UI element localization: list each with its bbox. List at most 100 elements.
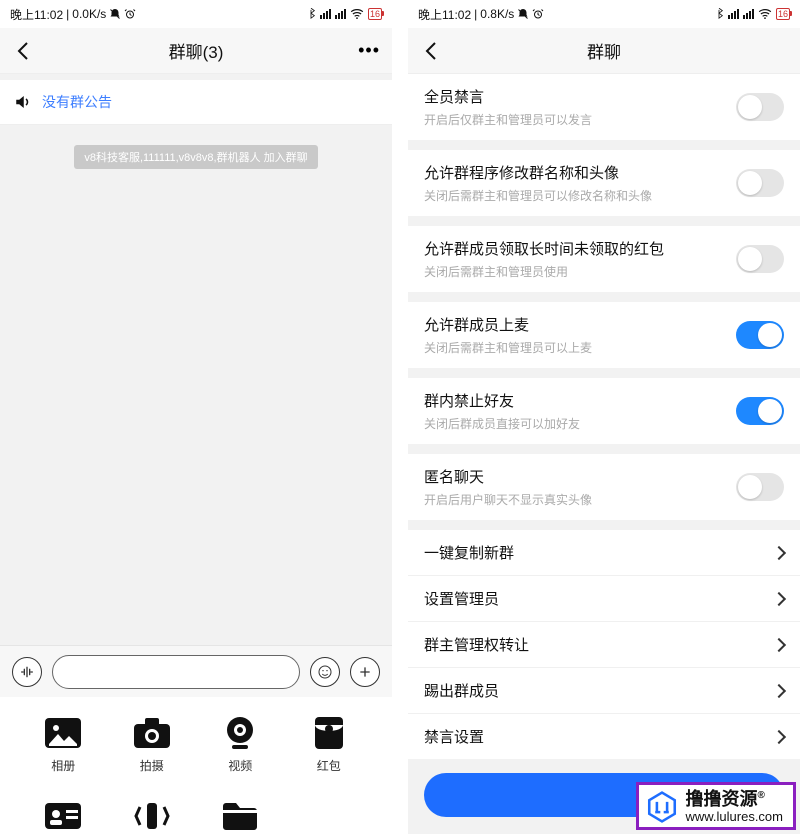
attach-card[interactable]: 名片 — [24, 798, 103, 834]
bluetooth-icon — [714, 8, 724, 20]
setting-link-row[interactable]: 群主管理权转让 — [408, 622, 800, 668]
signal-icon — [728, 9, 739, 19]
sound-wave-icon — [19, 664, 35, 680]
setting-link-row[interactable]: 禁言设置 — [408, 714, 800, 759]
toggle-switch[interactable] — [736, 169, 784, 197]
back-icon[interactable] — [12, 39, 36, 63]
chevron-right-icon — [772, 637, 786, 651]
system-message: v8科技客服,111111,v8v8v8,群机器人 加入群聊 — [74, 145, 317, 169]
status-time: 晚上11:02 — [418, 6, 471, 23]
setting-subtitle: 开启后仅群主和管理员可以发言 — [424, 111, 736, 128]
folder-icon — [221, 800, 259, 832]
watermark-url: www.lulures.com — [685, 810, 783, 825]
more-button[interactable]: ••• — [356, 40, 380, 61]
do-not-disturb-icon — [109, 8, 121, 20]
settings-list[interactable]: 全员禁言开启后仅群主和管理员可以发言允许群程序修改群名称和头像关闭后需群主和管理… — [408, 74, 800, 834]
wifi-icon — [350, 9, 364, 19]
status-bar: 晚上11:02 | 0.0K/s 16 — [0, 0, 392, 28]
setting-toggle-row[interactable]: 群内禁止好友关闭后群成员直接可以加好友 — [408, 378, 800, 444]
status-netspeed: 0.8K/s — [480, 7, 514, 21]
setting-toggle-row[interactable]: 允许群程序修改群名称和头像关闭后需群主和管理员可以修改名称和头像 — [408, 150, 800, 216]
announcement-text: 没有群公告 — [42, 92, 112, 112]
attach-file[interactable]: 文件 — [201, 798, 280, 834]
attach-redpacket[interactable]: 红包 — [290, 715, 369, 774]
vibrate-icon — [132, 799, 172, 833]
setting-toggle-row[interactable]: 匿名聊天开启后用户聊天不显示真实头像 — [408, 454, 800, 520]
setting-toggle-row[interactable]: 全员禁言开启后仅群主和管理员可以发言 — [408, 74, 800, 140]
toggle-switch[interactable] — [736, 321, 784, 349]
setting-toggle-row[interactable]: 允许群成员领取长时间未领取的红包关闭后需群主和管理员使用 — [408, 226, 800, 292]
add-attachment-button[interactable] — [350, 657, 380, 687]
chat-screen: 晚上11:02 | 0.0K/s 16 群聊(3) ••• 没有群公告 — [0, 0, 392, 834]
status-netspeed: 0.0K/s — [72, 7, 106, 21]
watermark-logo-icon — [645, 790, 679, 824]
setting-subtitle: 关闭后群成员直接可以加好友 — [424, 415, 736, 432]
toggle-switch[interactable] — [736, 397, 784, 425]
setting-subtitle: 关闭后需群主和管理员可以上麦 — [424, 339, 736, 356]
voice-input-button[interactable] — [12, 657, 42, 687]
setting-subtitle: 开启后用户聊天不显示真实头像 — [424, 491, 736, 508]
alarm-icon — [532, 8, 544, 20]
toggle-switch[interactable] — [736, 245, 784, 273]
alarm-icon — [124, 8, 136, 20]
group-announcement[interactable]: 没有群公告 — [0, 80, 392, 125]
status-time: 晚上11:02 — [10, 6, 63, 23]
wifi-icon — [758, 9, 772, 19]
gallery-icon — [43, 716, 83, 750]
attachment-panel: 相册 拍摄 视频 红包 名片 — [0, 697, 392, 834]
back-icon[interactable] — [420, 39, 444, 63]
watermark: 撸撸资源® www.lulures.com — [636, 782, 796, 830]
chevron-right-icon — [772, 545, 786, 559]
speaker-icon — [14, 93, 32, 111]
attach-vibrate[interactable]: 振动 — [113, 798, 192, 834]
battery-icon: 16 — [368, 8, 382, 20]
chevron-right-icon — [772, 683, 786, 697]
attach-video[interactable]: 视频 — [201, 715, 280, 774]
setting-link-label: 禁言设置 — [424, 726, 484, 747]
setting-title: 允许群成员上麦 — [424, 314, 736, 335]
signal-icon-2 — [743, 9, 754, 19]
toggle-switch[interactable] — [736, 473, 784, 501]
setting-link-row[interactable]: 一键复制新群 — [408, 530, 800, 576]
chat-messages-area[interactable]: v8科技客服,111111,v8v8v8,群机器人 加入群聊 — [0, 125, 392, 645]
bluetooth-icon — [306, 8, 316, 20]
setting-title: 全员禁言 — [424, 86, 736, 107]
toggle-switch[interactable] — [736, 93, 784, 121]
chat-navbar: 群聊(3) ••• — [0, 28, 392, 74]
setting-title: 群内禁止好友 — [424, 390, 736, 411]
camera-icon — [132, 716, 172, 750]
attach-camera[interactable]: 拍摄 — [113, 715, 192, 774]
chat-title: 群聊(3) — [36, 38, 356, 63]
settings-screen: 晚上11:02 | 0.8K/s 16 群聊 全员禁言开启后仅群主和管理员可以发… — [408, 0, 800, 834]
setting-title: 匿名聊天 — [424, 466, 736, 487]
setting-toggle-row[interactable]: 允许群成员上麦关闭后需群主和管理员可以上麦 — [408, 302, 800, 368]
setting-link-label: 踢出群成员 — [424, 680, 499, 701]
setting-subtitle: 关闭后需群主和管理员可以修改名称和头像 — [424, 187, 736, 204]
contact-card-icon — [43, 801, 83, 831]
setting-subtitle: 关闭后需群主和管理员使用 — [424, 263, 736, 280]
watermark-brand: 撸撸资源 — [685, 789, 757, 809]
chevron-right-icon — [772, 591, 786, 605]
setting-link-label: 一键复制新群 — [424, 542, 514, 563]
chat-input-bar — [0, 645, 392, 697]
emoji-button[interactable] — [310, 657, 340, 687]
setting-link-label: 设置管理员 — [424, 588, 499, 609]
setting-title: 允许群程序修改群名称和头像 — [424, 162, 736, 183]
message-input[interactable] — [52, 655, 300, 689]
signal-icon — [320, 9, 331, 19]
settings-title: 群聊 — [444, 38, 764, 63]
chevron-right-icon — [772, 729, 786, 743]
setting-link-row[interactable]: 设置管理员 — [408, 576, 800, 622]
battery-icon: 16 — [776, 8, 790, 20]
smile-icon — [317, 664, 333, 680]
do-not-disturb-icon — [517, 8, 529, 20]
setting-link-label: 群主管理权转让 — [424, 634, 529, 655]
attach-album[interactable]: 相册 — [24, 715, 103, 774]
red-packet-icon — [313, 715, 345, 751]
setting-title: 允许群成员领取长时间未领取的红包 — [424, 238, 736, 259]
webcam-icon — [222, 715, 258, 751]
setting-link-row[interactable]: 踢出群成员 — [408, 668, 800, 714]
signal-icon-2 — [335, 9, 346, 19]
plus-icon — [357, 664, 373, 680]
status-bar: 晚上11:02 | 0.8K/s 16 — [408, 0, 800, 28]
